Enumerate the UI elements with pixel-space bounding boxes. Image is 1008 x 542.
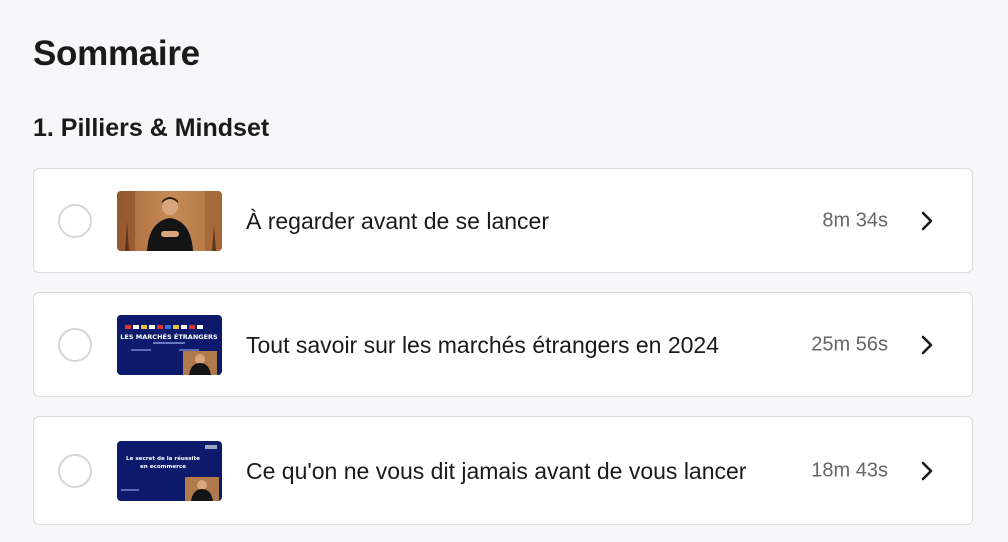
chevron-right-icon[interactable] (919, 334, 935, 356)
lesson-duration: 25m 56s (811, 333, 888, 355)
page-title: Sommaire (33, 34, 200, 73)
lesson-item[interactable]: Le secret de la réussite en ecommerce Ce… (33, 416, 973, 525)
video-thumbnail: LES MARCHÉS ÉTRANGERS (117, 314, 222, 375)
completion-circle-icon[interactable] (58, 327, 92, 362)
chevron-right-icon[interactable] (919, 460, 935, 482)
lesson-item[interactable]: LES MARCHÉS ÉTRANGERS Tout savoir sur le… (33, 292, 973, 397)
lesson-duration: 8m 34s (822, 209, 888, 231)
completion-circle-icon[interactable] (58, 453, 92, 488)
lesson-item[interactable]: À regarder avant de se lancer 8m 34s (33, 168, 973, 273)
course-summary-panel: Sommaire 1. Pilliers & Mindset À regarde… (0, 0, 1008, 542)
video-thumbnail (117, 190, 222, 251)
section-title: 1. Pilliers & Mindset (33, 114, 270, 142)
lesson-title: Ce qu'on ne vous dit jamais avant de vou… (246, 457, 747, 484)
lesson-title: À regarder avant de se lancer (246, 207, 550, 234)
thumbnail-caption: LES MARCHÉS ÉTRANGERS (120, 332, 218, 341)
completion-circle-icon[interactable] (58, 203, 92, 238)
chevron-right-icon[interactable] (919, 210, 935, 232)
thumbnail-caption: Le secret de la réussite en ecommerce (126, 455, 200, 470)
lesson-title: Tout savoir sur les marchés étrangers en… (246, 331, 720, 358)
lesson-duration: 18m 43s (811, 459, 888, 481)
video-thumbnail: Le secret de la réussite en ecommerce (117, 440, 222, 501)
